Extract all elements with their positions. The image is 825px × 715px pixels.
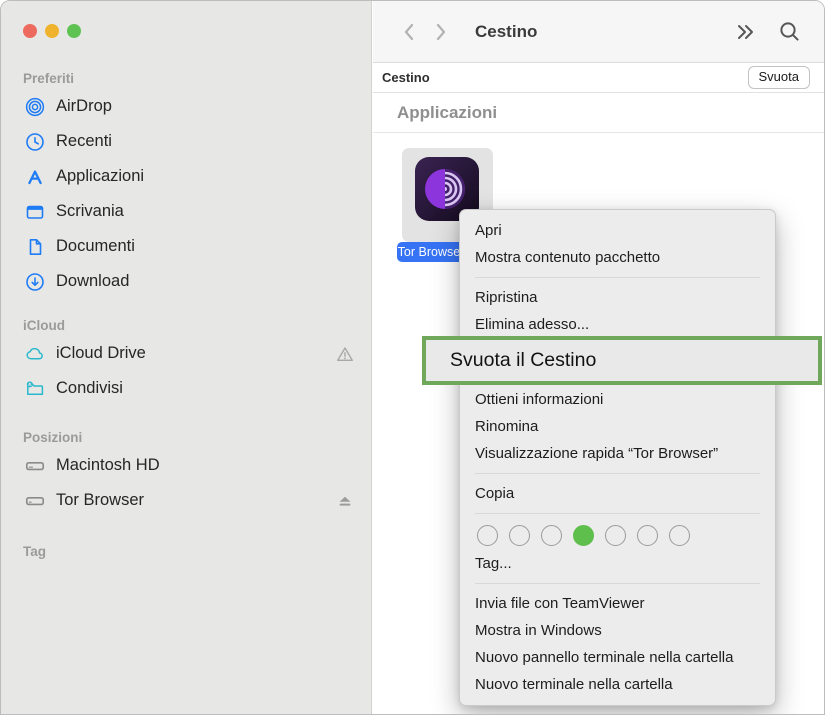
sidebar-item-scrivania[interactable]: Scrivania <box>23 194 371 229</box>
status-bar: Cestino Svuota <box>373 63 824 93</box>
zoom-window-button[interactable] <box>67 24 81 38</box>
menu-item-tag[interactable]: Tag... <box>460 550 775 577</box>
clock-icon <box>23 132 47 152</box>
window-title: Cestino <box>475 22 537 42</box>
menu-item-svuota-il-cestino-highlighted[interactable]: Svuota il Cestino <box>422 336 822 385</box>
sidebar-section-preferiti: Preferiti <box>23 67 371 89</box>
traffic-lights <box>23 24 81 38</box>
sidebar-item-label: Scrivania <box>56 202 124 221</box>
menu-item-rinomina[interactable]: Rinomina <box>460 413 775 440</box>
sidebar-item-label: Applicazioni <box>56 167 144 186</box>
menu-item-copia[interactable]: Copia <box>460 480 775 507</box>
sidebar-item-download[interactable]: Download <box>23 264 371 299</box>
menu-separator <box>475 583 760 584</box>
sidebar-item-label: Documenti <box>56 237 135 256</box>
warning-icon[interactable] <box>335 344 355 364</box>
sidebar-item-label: AirDrop <box>56 97 112 116</box>
tag-circle[interactable] <box>605 525 626 546</box>
empty-trash-button[interactable]: Svuota <box>748 66 810 89</box>
sidebar-item-label: Download <box>56 272 129 291</box>
sidebar-item-documenti[interactable]: Documenti <box>23 229 371 264</box>
main-area: Cestino Cestino Svuota Applicazioni <box>373 1 824 714</box>
menu-separator <box>475 473 760 474</box>
sidebar-item-airdrop[interactable]: AirDrop <box>23 89 371 124</box>
minimize-window-button[interactable] <box>45 24 59 38</box>
eject-icon[interactable] <box>335 491 355 511</box>
menu-item-nuovo-pannello-terminale[interactable]: Nuovo pannello terminale nella cartella <box>460 644 775 671</box>
sidebar-section-tag: Tag <box>23 540 371 562</box>
sidebar-item-macintosh-hd[interactable]: Macintosh HD <box>23 448 371 483</box>
tag-circle[interactable] <box>637 525 658 546</box>
finder-window: Preferiti AirDrop Recenti <box>0 0 825 715</box>
cloud-icon <box>23 344 47 364</box>
context-menu: Apri Mostra contenuto pacchetto Ripristi… <box>459 209 776 706</box>
menu-item-ripristina[interactable]: Ripristina <box>460 284 775 311</box>
menu-item-invia-teamviewer[interactable]: Invia file con TeamViewer <box>460 590 775 617</box>
sidebar-section-posizioni: Posizioni <box>23 426 371 448</box>
search-icon[interactable] <box>779 21 800 42</box>
menu-item-visualizzazione-rapida[interactable]: Visualizzazione rapida “Tor Browser” <box>460 440 775 467</box>
menu-separator <box>475 277 760 278</box>
internal-drive-icon <box>23 456 47 476</box>
menu-item-mostra-in-windows[interactable]: Mostra in Windows <box>460 617 775 644</box>
sidebar-item-tor-browser-volume[interactable]: Tor Browser <box>23 483 371 518</box>
location-label: Cestino <box>382 70 430 85</box>
menu-item-apri[interactable]: Apri <box>460 217 775 244</box>
airdrop-icon <box>23 97 47 117</box>
tag-colors-row <box>460 520 775 550</box>
sidebar-section-icloud: iCloud <box>23 314 371 336</box>
menu-item-ottieni-informazioni[interactable]: Ottieni informazioni <box>460 386 775 413</box>
group-header-label: Applicazioni <box>397 103 497 123</box>
app-store-icon <box>23 167 47 187</box>
more-toolbar-items-icon[interactable] <box>736 22 755 42</box>
forward-button[interactable] <box>435 22 447 42</box>
download-icon <box>23 272 47 292</box>
sidebar-item-label: Condivisi <box>56 379 123 398</box>
back-button[interactable] <box>403 22 415 42</box>
menu-item-nuovo-terminale[interactable]: Nuovo terminale nella cartella <box>460 671 775 698</box>
desktop-icon <box>23 202 47 222</box>
sidebar-item-condivisi[interactable]: Condivisi <box>23 371 371 406</box>
sidebar-item-label: Recenti <box>56 132 112 151</box>
tag-circle[interactable] <box>541 525 562 546</box>
selected-file-name[interactable]: Tor Browser <box>397 242 465 262</box>
group-header: Applicazioni <box>373 93 824 133</box>
menu-separator <box>475 513 760 514</box>
tag-circle-selected[interactable] <box>573 525 594 546</box>
shared-folder-icon <box>23 379 47 399</box>
menu-item-mostra-contenuto[interactable]: Mostra contenuto pacchetto <box>460 244 775 271</box>
tag-circle[interactable] <box>477 525 498 546</box>
tag-circle[interactable] <box>669 525 690 546</box>
tag-circle[interactable] <box>509 525 530 546</box>
sidebar-item-label: Macintosh HD <box>56 456 160 475</box>
toolbar: Cestino <box>373 1 824 63</box>
sidebar-item-applicazioni[interactable]: Applicazioni <box>23 159 371 194</box>
sidebar-item-icloud-drive[interactable]: iCloud Drive <box>23 336 371 371</box>
external-drive-icon <box>23 491 47 511</box>
sidebar-item-label: iCloud Drive <box>56 344 146 363</box>
sidebar: Preferiti AirDrop Recenti <box>1 1 372 714</box>
sidebar-item-label: Tor Browser <box>56 491 144 510</box>
menu-item-elimina-adesso[interactable]: Elimina adesso... <box>460 311 775 338</box>
close-window-button[interactable] <box>23 24 37 38</box>
sidebar-item-recenti[interactable]: Recenti <box>23 124 371 159</box>
sidebar-sections: Preferiti AirDrop Recenti <box>1 67 371 562</box>
document-icon <box>23 237 47 257</box>
